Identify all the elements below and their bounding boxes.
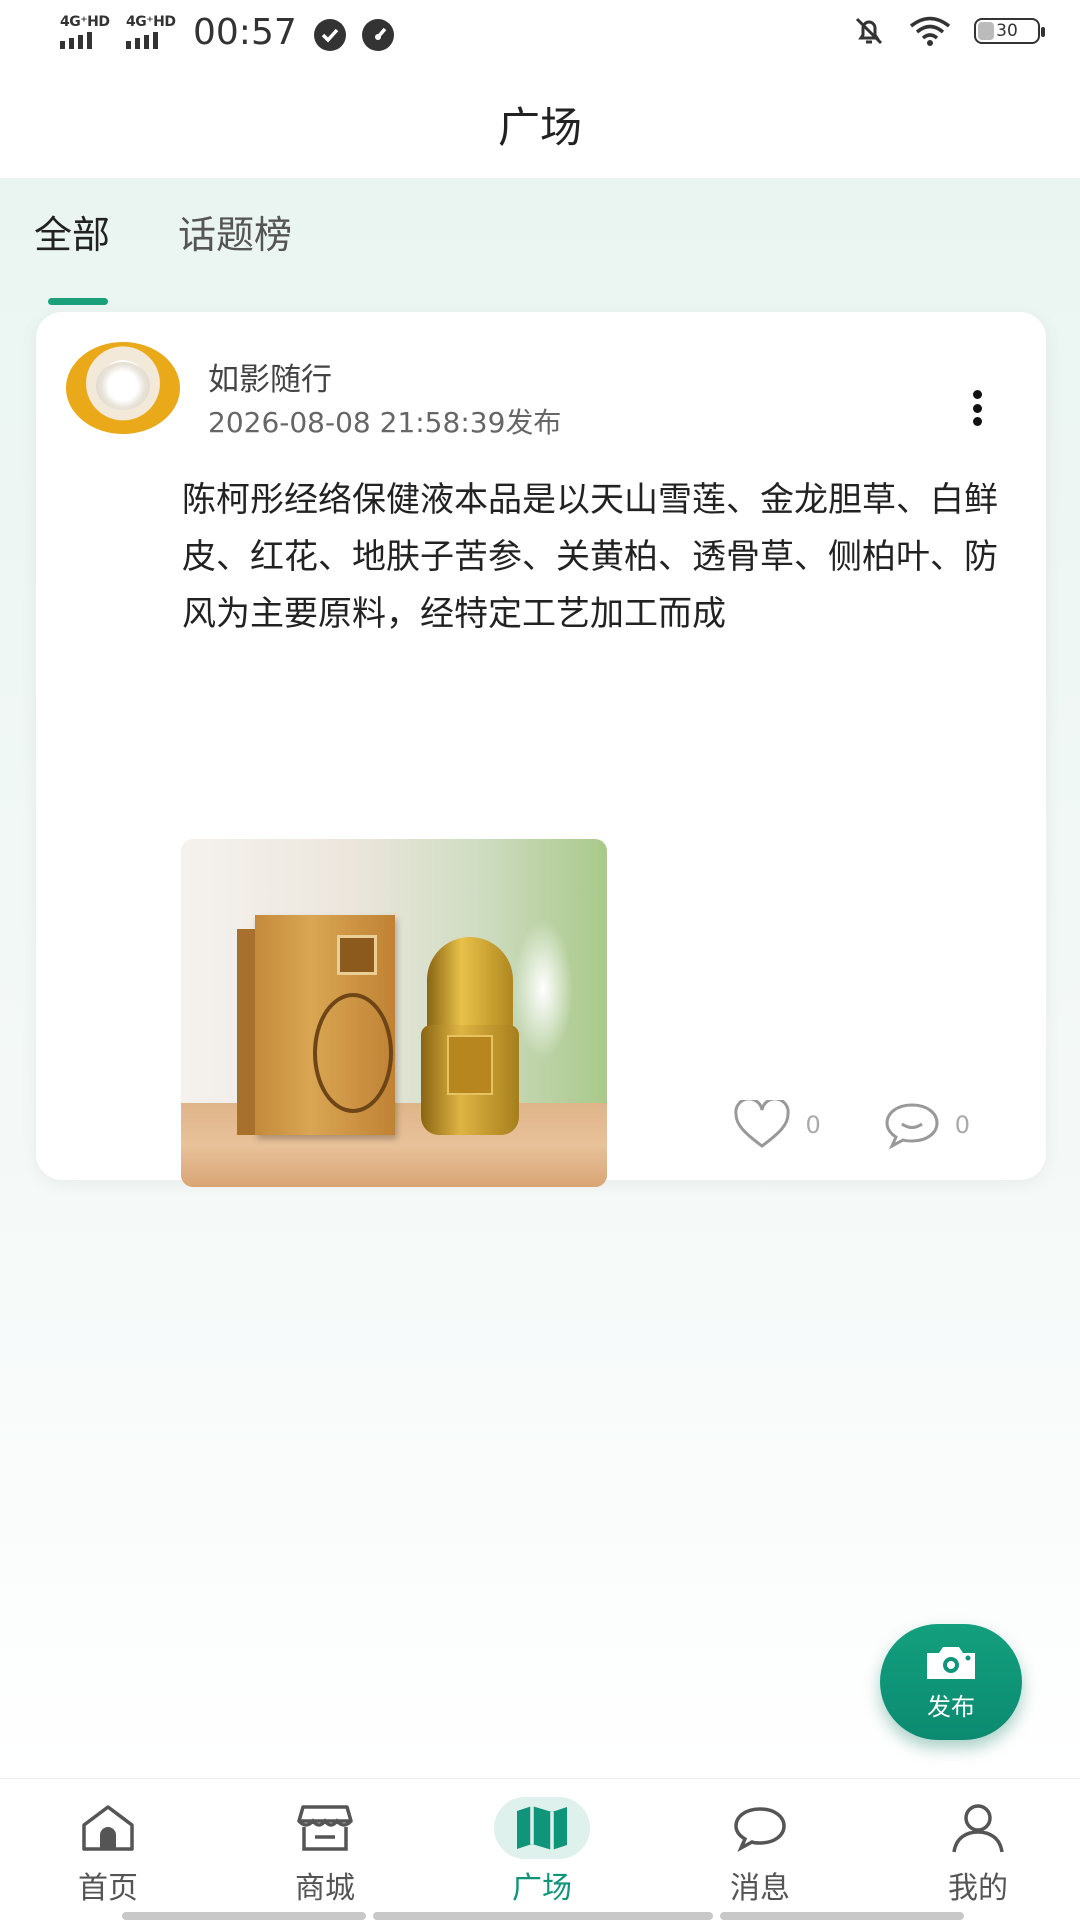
status-bar: 4G⁺HD 4G⁺HD 00:57 30 [0,0,1080,70]
nav-mine-label: 我的 [948,1871,1008,1906]
sim1-label: 4G⁺HD [60,14,110,30]
active-tab-indicator [48,298,108,305]
nav-plaza[interactable]: 广场 [472,1797,612,1907]
page-header: 广场 [0,70,1080,178]
bottom-nav: 首页 商城 广场 消息 我的 [0,1778,1080,1920]
nav-store[interactable]: 商城 [255,1797,395,1907]
post-card[interactable]: 如影随行 2026-08-08 21:58:39发布 陈柯彤经络保健液本品是以天… [36,312,1046,1187]
nav-plaza-label: 广场 [512,1871,572,1906]
home-icon [82,1805,134,1851]
comment-count: 0 [954,1111,970,1139]
nav-home-label: 首页 [78,1871,138,1906]
post-image[interactable] [181,839,607,1187]
content-area: 全部 话题榜 如影随行 2026-08-08 21:58:39发布 陈柯彤经络保… [0,178,1080,1778]
heart-icon [734,1100,791,1148]
tab-topics[interactable]: 话题榜 [178,204,292,259]
post-username[interactable]: 如影随行 [208,354,332,399]
signal-sim2-icon: 4G⁺HD [126,14,176,49]
signal-sim1-icon: 4G⁺HD [60,14,110,49]
battery-level: 30 [996,21,1018,41]
avatar[interactable] [66,342,180,434]
comment-button[interactable]: 0 [883,1100,970,1150]
tab-all[interactable]: 全部 [34,204,111,305]
check-circle-icon [314,19,346,51]
bell-off-icon [855,17,883,45]
tab-bar: 全部 话题榜 [34,204,292,305]
post-text: 陈柯彤经络保健液本品是以天山雪莲、金龙胆草、白鲜皮、红花、地肤子苦参、关黄柏、透… [182,480,998,634]
speedometer-icon [362,19,394,51]
battery-icon: 30 [974,18,1045,44]
map-icon [517,1806,567,1850]
more-options-icon[interactable] [972,390,982,426]
camera-icon [927,1646,975,1679]
chat-bubble-icon [734,1807,786,1853]
comment-icon [885,1103,939,1150]
user-icon [952,1804,1004,1853]
store-icon [297,1805,353,1851]
nav-home[interactable]: 首页 [38,1797,178,1907]
nav-mine[interactable]: 我的 [908,1797,1048,1907]
gesture-bar [0,1912,1080,1920]
publish-fab[interactable]: 发布 [880,1624,1022,1740]
status-time: 00:57 [193,12,297,53]
nav-messages-label: 消息 [730,1871,790,1906]
publish-label: 发布 [927,1692,975,1721]
wifi-icon [909,16,951,46]
tab-topics-label: 话题榜 [178,213,293,257]
like-button[interactable]: 0 [733,1100,821,1150]
tab-all-label: 全部 [34,213,111,257]
page-title: 广场 [497,102,582,152]
nav-store-label: 商城 [295,1871,355,1906]
post-time: 2026-08-08 21:58:39发布 [208,406,562,439]
nav-messages[interactable]: 消息 [690,1797,830,1907]
like-count: 0 [805,1111,821,1139]
sim2-label: 4G⁺HD [126,14,176,30]
